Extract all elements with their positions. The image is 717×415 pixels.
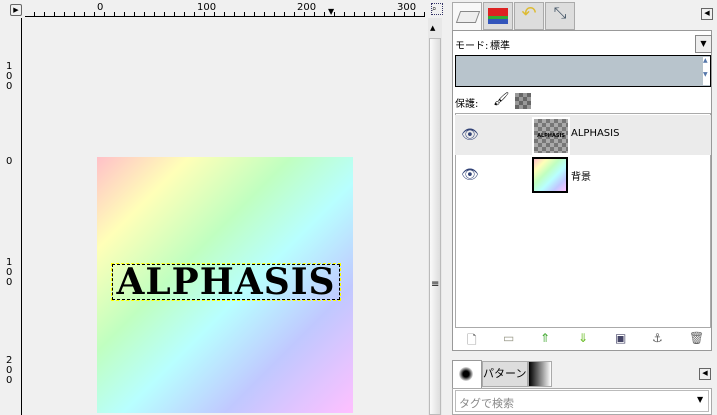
ruler-label: 200	[297, 2, 317, 13]
paths-icon: ⤡	[553, 3, 567, 22]
scrollbar-thumb[interactable]	[429, 38, 441, 415]
layers-icon	[455, 11, 481, 23]
mode-label: モード:	[455, 41, 489, 52]
scroll-grip-icon: ≡	[431, 279, 440, 290]
text-layer-alphasis[interactable]: ALPHASIS	[111, 263, 341, 301]
layer-name[interactable]: ALPHASIS	[571, 128, 619, 139]
quick-mask-toggle[interactable]: ▶	[10, 4, 22, 16]
scroll-up-arrow[interactable]: ▲	[430, 24, 435, 32]
tab-paths[interactable]: ⤡	[545, 2, 575, 30]
horizontal-ruler: 0 100 200 300 ▼	[25, 2, 425, 17]
lock-label: 保護:	[455, 99, 479, 110]
ruler-label: 2 0 0	[6, 355, 13, 386]
undo-icon: ↶	[521, 3, 537, 24]
ruler-label: 300	[397, 2, 417, 13]
ruler-label: 0	[6, 156, 13, 167]
delete-layer-icon[interactable]: 🗑	[689, 331, 704, 345]
eye-icon[interactable]: 👁	[461, 127, 479, 143]
tab-layers[interactable]	[452, 2, 482, 31]
panel-menu-button[interactable]: ◀	[701, 8, 713, 20]
layer-thumbnail: ALPHASIS	[532, 117, 570, 155]
anchor-layer-icon[interactable]: ⚓	[652, 331, 663, 345]
layer-row-alphasis[interactable]: 👁 ALPHASIS ALPHASIS	[455, 115, 711, 155]
tab-channels[interactable]	[483, 2, 513, 30]
new-layer-icon[interactable]: 🗋	[467, 331, 477, 352]
brush-panel-menu-button[interactable]: ◀	[699, 368, 711, 380]
layers-tabs: ↶ ⤡ ◀	[452, 0, 717, 31]
tab-gradients[interactable]	[528, 361, 552, 387]
mode-value[interactable]: 標準	[490, 37, 510, 52]
eye-icon[interactable]: 👁	[461, 167, 479, 183]
layer-thumbnail	[532, 157, 568, 193]
vertical-ruler: 1 0 0 0 1 0 0 2 0 0	[4, 18, 22, 415]
layer-name[interactable]: 背景	[571, 168, 591, 183]
lock-alpha-icon[interactable]	[515, 93, 531, 109]
brush-icon	[459, 367, 473, 381]
opacity-slider[interactable]	[455, 55, 711, 87]
tag-dropdown-icon[interactable]: ▼	[697, 395, 703, 404]
raise-layer-icon[interactable]: ⇑	[540, 331, 550, 345]
duplicate-layer-icon[interactable]: ▣	[615, 331, 626, 345]
layer-row-background[interactable]: 👁 背景	[455, 155, 711, 195]
zoom-navigate-icon[interactable]: ⌕	[431, 3, 443, 15]
tab-undo-history[interactable]: ↶	[514, 2, 544, 30]
tab-patterns[interactable]: パターン	[482, 361, 528, 387]
mode-dropdown-button[interactable]: ▼	[695, 35, 712, 53]
lock-pixels-brush-icon[interactable]: 🖌	[493, 92, 510, 107]
ruler-label: 1 0 0	[6, 257, 13, 288]
new-group-icon[interactable]: ▭	[503, 331, 514, 345]
pointer-marker-icon: ▼	[328, 7, 335, 16]
ruler-label: 100	[197, 2, 217, 13]
channels-icon	[488, 8, 508, 24]
tab-brushes[interactable]	[452, 360, 482, 390]
ruler-label: 1 0 0	[6, 61, 13, 92]
lower-layer-icon[interactable]: ⇓	[578, 331, 588, 345]
ruler-label: 0	[97, 2, 104, 13]
opacity-spinner[interactable]: ▲ ▼	[703, 57, 710, 85]
tag-search-input[interactable]: タグで検索	[455, 390, 709, 412]
